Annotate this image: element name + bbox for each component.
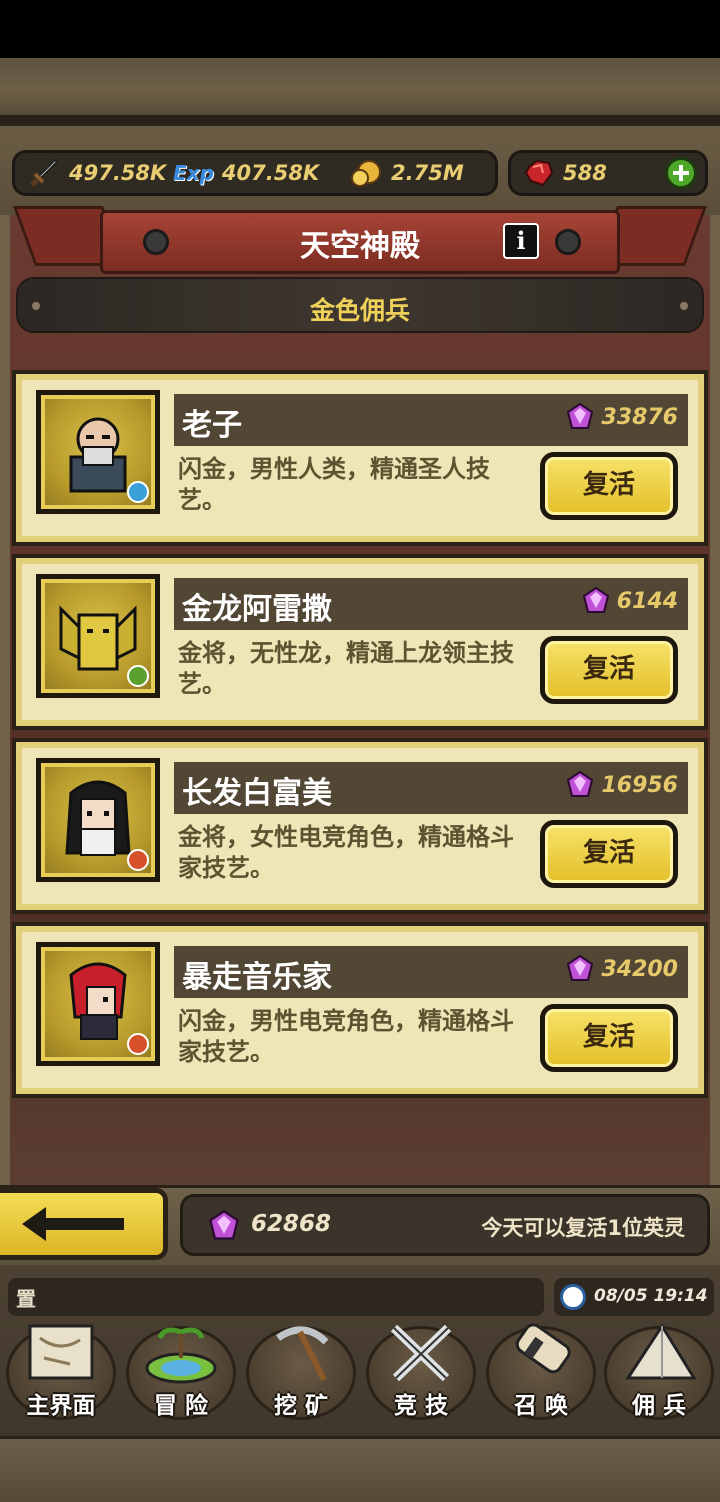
island-icon [145, 1327, 217, 1384]
gold-coins-icon [349, 156, 383, 190]
nav-label: 召 唤 [513, 1393, 568, 1419]
purple-gem-icon [209, 1209, 239, 1240]
gem-resource: 588 [523, 153, 607, 193]
hero-name-bar: 金龙阿雷撒 6144 [174, 578, 688, 630]
nav-label: 竞 技 [393, 1393, 448, 1419]
dot-icon [680, 302, 688, 310]
nav-label: 佣 兵 [631, 1393, 686, 1419]
info-button[interactable]: i [503, 223, 539, 259]
nav-item-arena[interactable]: 竞 技 [362, 1318, 480, 1426]
hero-name-bar: 暴走音乐家 34200 [174, 946, 688, 998]
hero-name: 长发白富美 [182, 776, 332, 811]
chat-message: 置 [16, 1287, 36, 1311]
attack-resource: 497.58K [27, 153, 166, 193]
resource-pill: 497.58K Exp 407.58K 2.75M [12, 150, 498, 196]
purple-gem-icon [582, 586, 609, 613]
summon-scroll-icon [515, 1323, 571, 1374]
pickaxe-icon [276, 1326, 329, 1382]
sword-icon [27, 156, 61, 190]
hero-cost-value: 16956 [601, 772, 678, 798]
nav-label: 冒 险 [153, 1393, 208, 1419]
map-strip [0, 58, 720, 123]
red-gem-icon [523, 157, 555, 189]
nav-label: 挖 矿 [273, 1393, 328, 1419]
hero-portrait[interactable] [36, 574, 160, 698]
gem-balance: 62868 今天可以复活1位英灵 [180, 1194, 710, 1256]
nav-item-mining[interactable]: 挖 矿 [242, 1318, 360, 1426]
page-title: 天空神殿 [300, 229, 420, 264]
gold-value: 2.75M [391, 161, 464, 185]
sword-badge-icon [127, 849, 149, 871]
nav-label: 主界面 [26, 1393, 96, 1419]
hero-cost: 6144 [581, 586, 678, 616]
nav-item-main[interactable]: 主界面 [2, 1318, 120, 1426]
nav-item-mercenary[interactable]: 佣 兵 [600, 1318, 718, 1426]
map-strip-bottom [0, 1436, 720, 1502]
section-header: 金色佣兵 [16, 277, 704, 333]
exp-value: 407.58K [221, 161, 320, 185]
plus-badge-icon [127, 665, 149, 687]
clock-time: 08/05 19:14 [594, 1286, 708, 1306]
hero-name: 老子 [182, 408, 242, 443]
crossed-swords-icon [390, 1324, 452, 1382]
attack-value: 497.58K [69, 161, 167, 185]
revive-note: 今天可以复活1位英灵 [481, 1216, 685, 1240]
arrow-left-icon [22, 1207, 124, 1241]
plus-icon [673, 165, 689, 181]
hero-card: 金龙阿雷撒 6144 金将，无性龙，精通上龙领主技艺。 复活 [12, 554, 708, 730]
hero-cost: 33876 [565, 402, 678, 432]
gem-balance-value: 62868 [251, 1211, 332, 1237]
hero-description: 金将，无性龙，精通上龙领主技艺。 [178, 639, 514, 698]
purple-gem-icon [567, 954, 594, 981]
hero-name-bar: 老子 33876 [174, 394, 688, 446]
hero-description: 闪金，男性电竞角色，精通格斗家技艺。 [178, 1007, 514, 1066]
hero-cost: 34200 [565, 954, 678, 984]
tent-icon [625, 1323, 697, 1380]
hero-card: 长发白富美 16956 金将，女性电竞角色，精通格斗家技艺。 复活 [12, 738, 708, 914]
revive-button[interactable]: 复活 [540, 1004, 678, 1072]
hero-portrait[interactable] [36, 942, 160, 1066]
hero-cost-value: 6144 [616, 588, 678, 614]
revive-button[interactable]: 复活 [540, 820, 678, 888]
hero-card: 暴走音乐家 34200 闪金，男性电竞角色，精通格斗家技艺。 复活 [12, 922, 708, 1098]
sword-badge-icon [127, 1033, 149, 1055]
nav-item-adventure[interactable]: 冒 险 [122, 1318, 240, 1426]
back-button[interactable] [0, 1188, 168, 1260]
exp-icon: Exp [173, 161, 214, 185]
gem-value: 588 [563, 161, 607, 185]
revive-button[interactable]: 复活 [540, 452, 678, 520]
hero-portrait[interactable] [36, 758, 160, 882]
hero-description: 金将，女性电竞角色，精通格斗家技艺。 [178, 823, 514, 882]
title-banner: 天空神殿 i [100, 210, 620, 274]
clock-bar: 08/05 19:14 [554, 1278, 714, 1316]
nav-item-summon[interactable]: 召 唤 [482, 1318, 600, 1426]
hero-cost-value: 34200 [601, 956, 678, 982]
hero-description: 闪金，男性人类，精通圣人技艺。 [178, 455, 490, 514]
hero-name: 金龙阿雷撒 [182, 592, 332, 627]
hero-cost-value: 33876 [601, 404, 678, 430]
bolt-icon [555, 229, 581, 255]
resource-bar: 497.58K Exp 407.58K 2.75M 588 [0, 123, 720, 221]
gem-pill: 588 [508, 150, 708, 196]
hero-card: 老子 33876 闪金，男性人类，精通圣人技艺。 复活 [12, 370, 708, 546]
purple-gem-icon [567, 402, 594, 429]
hero-name: 暴走音乐家 [182, 960, 332, 995]
hero-portrait[interactable] [36, 390, 160, 514]
star-badge-icon [127, 481, 149, 503]
scroll-map-icon [28, 1324, 94, 1380]
gold-resource: 2.75M [349, 153, 464, 193]
hero-cost: 16956 [565, 770, 678, 800]
clock-icon [560, 1284, 586, 1310]
section-title: 金色佣兵 [309, 296, 410, 325]
status-bar [0, 0, 720, 58]
purple-gem-icon [567, 770, 594, 797]
hero-name-bar: 长发白富美 16956 [174, 762, 688, 814]
revive-button[interactable]: 复活 [540, 636, 678, 704]
exp-resource: Exp 407.58K [173, 153, 319, 193]
chat-bar[interactable]: 置 [8, 1278, 544, 1316]
add-gems-button[interactable] [665, 157, 697, 189]
